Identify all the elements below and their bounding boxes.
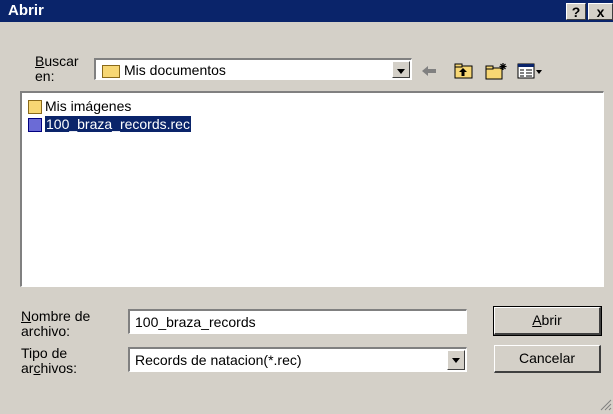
folder-icon [102,62,120,78]
look-in-label: Buscar en: [35,53,79,84]
filetype-value: Records de natacion(*.rec) [135,352,302,368]
cancel-button[interactable]: Cancelar [494,345,601,373]
look-in-value: Mis documentos [124,62,226,78]
back-arrow-icon[interactable] [420,62,440,80]
list-item-selected[interactable]: 100_braza_records.rec [28,115,192,133]
chevron-down-icon[interactable] [392,61,410,78]
close-button[interactable]: x [588,3,613,20]
list-item-label: 100_braza_records.rec [44,115,192,133]
chevron-down-icon[interactable] [447,350,465,370]
rec-file-icon [28,118,42,133]
help-button[interactable]: ? [566,3,586,20]
filetype-combo[interactable]: Records de natacion(*.rec) [128,347,467,372]
list-item[interactable]: Mis imágenes [28,97,131,115]
filename-input[interactable]: 100_braza_records [128,309,467,334]
open-button[interactable]: Abrir [493,306,602,336]
view-menu-icon[interactable] [517,62,543,80]
resize-grip-icon[interactable] [598,397,612,411]
file-list[interactable]: Mis imágenes 100_braza_records.rec [20,91,604,287]
filename-value: 100_braza_records [135,314,256,330]
filetype-label: Tipo de archivos: [21,345,78,376]
title-bar[interactable]: Abrir ? x [0,0,613,22]
up-folder-icon[interactable] [453,62,475,80]
filename-label: Nombre de archivo: [21,308,91,339]
list-item-label: Mis imágenes [45,98,132,114]
my-pictures-icon [28,100,42,115]
look-in-combo[interactable]: Mis documentos [94,58,412,80]
new-folder-icon[interactable] [484,62,508,80]
dialog-title: Abrir [8,2,44,19]
